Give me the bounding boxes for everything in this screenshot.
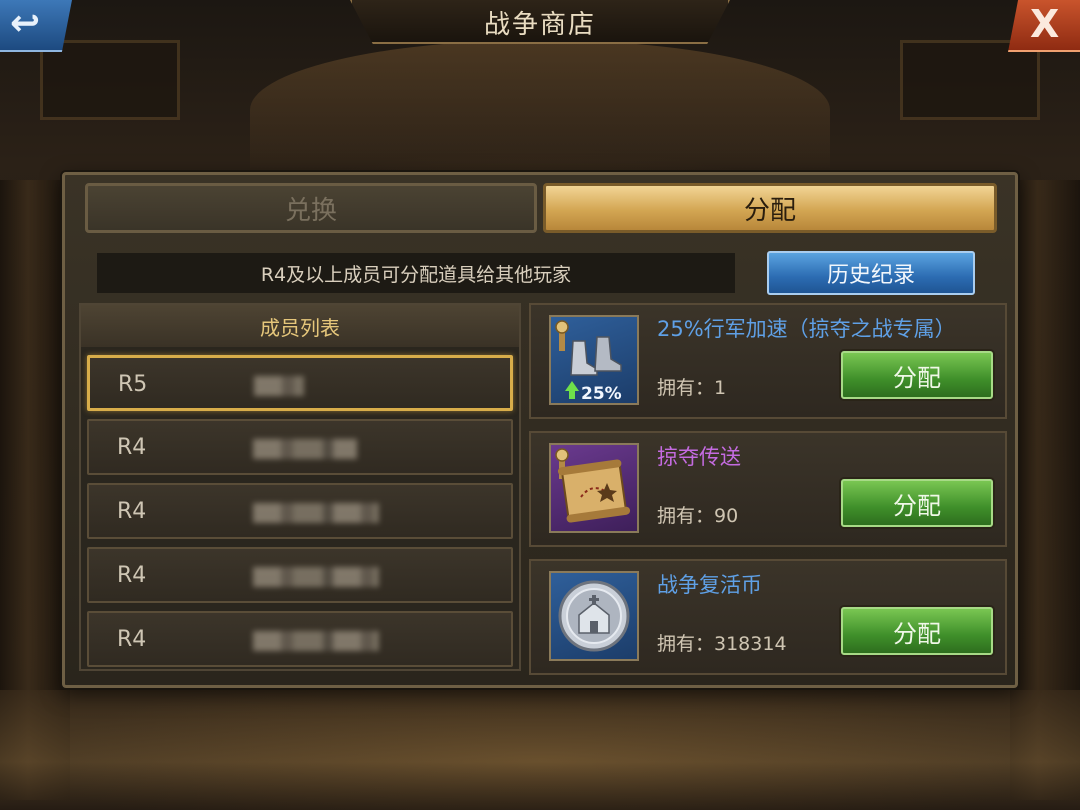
assign-button[interactable]: 分配: [841, 607, 993, 655]
item-name: 25%行军加速（掠夺之战专属）: [657, 317, 956, 341]
item-name: 掠夺传送: [657, 445, 741, 469]
member-rank: R4: [117, 435, 147, 460]
plunder-teleport-scroll-icon: [549, 443, 639, 533]
member-row[interactable]: R4: [87, 547, 513, 603]
background-painting-left: [40, 40, 180, 120]
member-rank: R4: [117, 627, 147, 652]
speed-badge: 25%: [581, 384, 622, 403]
tab-distribute[interactable]: 分配: [543, 183, 997, 233]
member-row[interactable]: R4: [87, 419, 513, 475]
war-shop-panel: 兑换 分配 R4及以上成员可分配道具给其他玩家 历史纪录 成员列表 R5 R4 …: [62, 172, 1018, 688]
member-rank: R4: [117, 563, 147, 588]
item-row-plunder-teleport: 掠夺传送 拥有：90 分配: [529, 431, 1007, 547]
member-name-blurred: [253, 503, 379, 523]
close-icon: X: [1030, 2, 1060, 46]
item-owned-count: 拥有：90: [657, 505, 739, 527]
member-row[interactable]: R4: [87, 611, 513, 667]
member-rank: R4: [117, 499, 147, 524]
member-list: 成员列表 R5 R4 R4 R4 R4: [79, 303, 521, 671]
member-list-header: 成员列表: [81, 305, 519, 347]
history-button[interactable]: 历史纪录: [767, 251, 975, 295]
back-button[interactable]: ↩: [0, 0, 72, 52]
member-name-blurred: [254, 376, 304, 396]
assign-button[interactable]: 分配: [841, 351, 993, 399]
member-name-blurred: [253, 567, 379, 587]
item-row-march-speedup: 25% 25%行军加速（掠夺之战专属） 拥有：1 分配: [529, 303, 1007, 419]
war-revive-coin-icon: [549, 571, 639, 661]
item-owned-count: 拥有：1: [657, 377, 727, 399]
background-arch: [250, 40, 830, 180]
close-button[interactable]: X: [1008, 0, 1080, 52]
background-floor: [0, 690, 1080, 810]
member-row[interactable]: R5: [87, 355, 513, 411]
member-row[interactable]: R4: [87, 483, 513, 539]
member-name-blurred: [253, 631, 379, 651]
page-title: 战争商店: [483, 10, 596, 40]
assign-button[interactable]: 分配: [841, 479, 993, 527]
march-speed-boots-icon: 25%: [549, 315, 639, 405]
member-rank: R5: [118, 372, 148, 397]
item-row-war-revive-coin: 战争复活币 拥有：318314 分配: [529, 559, 1007, 675]
background-painting-right: [900, 40, 1040, 120]
item-owned-count: 拥有：318314: [657, 633, 787, 655]
back-arrow-icon: ↩: [10, 3, 41, 44]
item-name: 战争复活币: [657, 573, 762, 597]
permission-notice: R4及以上成员可分配道具给其他玩家: [97, 253, 735, 293]
member-name-blurred: [253, 439, 357, 459]
tab-exchange[interactable]: 兑换: [85, 183, 537, 233]
